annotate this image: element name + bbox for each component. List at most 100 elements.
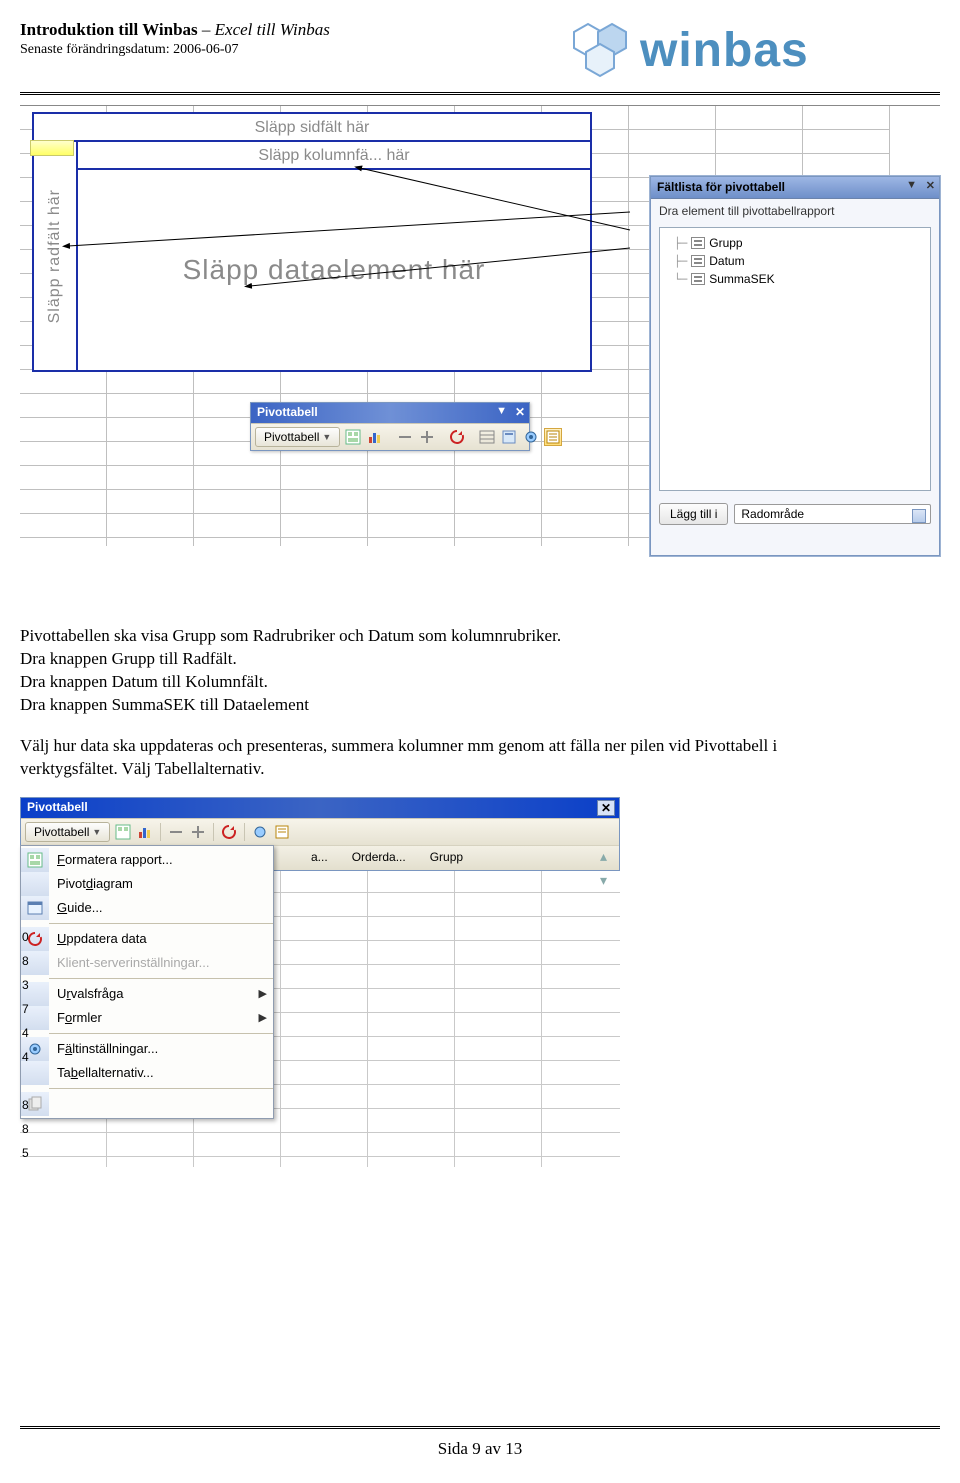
pivot-menu-button[interactable]: Pivottabell ▼ bbox=[25, 822, 110, 842]
menu-separator bbox=[49, 978, 273, 979]
menu-label: Pivotdiagram bbox=[57, 876, 267, 891]
close-icon[interactable]: ✕ bbox=[926, 179, 935, 192]
header-text: Introduktion till Winbas – Excel till Wi… bbox=[20, 20, 330, 58]
field-list-box: ├─ Grupp ├─ Datum └─ SummaSEK bbox=[659, 227, 931, 491]
footer-rule-thick bbox=[20, 1428, 940, 1429]
chevron-down-icon: ▼ bbox=[322, 432, 331, 442]
pivot-drop-zone[interactable]: Släpp sidfält här Släpp radfält här Släp… bbox=[32, 112, 592, 372]
menu-item-tabellalternativ[interactable]: Tabellalternativ... bbox=[21, 1061, 273, 1085]
paragraph: Dra knappen Grupp till Radfält. bbox=[20, 648, 862, 671]
format-report-icon[interactable] bbox=[114, 823, 132, 841]
pivot-toolbar-row: Pivottabell ▼ bbox=[251, 423, 529, 450]
field-label: Grupp bbox=[709, 236, 742, 250]
close-icon[interactable]: ✕ bbox=[515, 405, 525, 419]
field-list-toggle-icon[interactable] bbox=[544, 428, 562, 446]
active-cell-highlight bbox=[30, 140, 74, 156]
menu-label: Formatera rapport... bbox=[57, 852, 267, 867]
hide-detail-icon[interactable] bbox=[167, 823, 185, 841]
menu-item-uppdatera-data[interactable]: Uppdatera data bbox=[21, 927, 273, 951]
hide-detail-icon[interactable] bbox=[396, 428, 414, 446]
refresh-icon[interactable] bbox=[448, 428, 466, 446]
area-dropdown[interactable]: Radområde bbox=[734, 504, 931, 524]
guide-icon bbox=[27, 900, 43, 916]
field-settings-icon[interactable] bbox=[251, 823, 269, 841]
pages-icon bbox=[27, 1096, 43, 1112]
field-list-panel[interactable]: Fältlista för pivottabell ▼ ✕ Dra elemen… bbox=[650, 176, 940, 556]
header-date: Senaste förändringsdatum: 2006-06-07 bbox=[20, 42, 330, 58]
svg-text:winbas: winbas bbox=[639, 24, 809, 77]
toolbar-options-icon[interactable]: ▼ bbox=[496, 405, 507, 417]
pivot-page-area[interactable]: Släpp sidfält här bbox=[34, 114, 590, 142]
always-display-icon[interactable] bbox=[500, 428, 518, 446]
field-icon bbox=[691, 255, 705, 267]
field-label: Datum bbox=[709, 254, 744, 268]
scroll-down-icon[interactable]: ▾ bbox=[600, 872, 607, 889]
pivot-row-area[interactable]: Släpp radfält här bbox=[34, 142, 78, 370]
scroll-up-icon[interactable]: ▴ bbox=[600, 848, 607, 865]
menu-item-pivotdiagram[interactable]: Pivotdiagram bbox=[21, 872, 273, 896]
close-icon[interactable]: ✕ bbox=[597, 800, 615, 816]
field-button[interactable]: a... bbox=[311, 850, 328, 864]
pivot-toolbar-title: Pivottabell bbox=[257, 405, 318, 419]
field-item-summasek[interactable]: └─ SummaSEK bbox=[664, 270, 926, 288]
field-list-title-bar[interactable]: Fältlista för pivottabell ▼ ✕ bbox=[651, 177, 939, 199]
page-header: Introduktion till Winbas – Excel till Wi… bbox=[0, 0, 960, 86]
chevron-down-icon: ▼ bbox=[92, 827, 101, 837]
pivot-toolbar[interactable]: Pivottabell ▼ ✕ Pivottabell ▼ bbox=[250, 402, 530, 451]
field-settings-icon[interactable] bbox=[522, 428, 540, 446]
header-rule-thin bbox=[20, 94, 940, 95]
pivot-toolbar-titlebar[interactable]: Pivottabell ▼ ✕ bbox=[251, 403, 529, 423]
field-list-footer: Lägg till i Radområde bbox=[651, 495, 939, 533]
menu-item-formler[interactable]: Formler ▶ bbox=[21, 1006, 273, 1030]
chart-icon[interactable] bbox=[136, 823, 154, 841]
field-list-subtitle: Dra element till pivottabellrapport bbox=[651, 199, 939, 223]
pivot-toolbar-title: Pivottabell bbox=[27, 800, 88, 814]
menu-item-guide[interactable]: Guide... bbox=[21, 896, 273, 920]
paragraph: Dra knappen Datum till Kolumnfält. bbox=[20, 671, 862, 694]
title-italic: Excel till Winbas bbox=[215, 20, 330, 39]
refresh-icon[interactable] bbox=[220, 823, 238, 841]
show-detail-icon[interactable] bbox=[418, 428, 436, 446]
winbas-logo-svg: winbas bbox=[570, 20, 940, 80]
menu-item-urvalsfraga[interactable]: Urvalsfråga ▶ bbox=[21, 982, 273, 1006]
pivot-column-area[interactable]: Släpp kolumnfä... här bbox=[78, 142, 590, 170]
pivot-menu-label: Pivottabell bbox=[34, 825, 89, 839]
menu-label: Formler bbox=[57, 1010, 259, 1025]
field-label: SummaSEK bbox=[709, 272, 774, 286]
format-report-icon[interactable] bbox=[344, 428, 362, 446]
format-report-icon bbox=[27, 852, 43, 868]
header-rule-thick bbox=[20, 92, 940, 93]
pivot-menu-button[interactable]: Pivottabell ▼ bbox=[255, 427, 340, 447]
menu-item-faltinstallningar[interactable]: Fältinställningar... bbox=[21, 1037, 273, 1061]
show-detail-icon[interactable] bbox=[189, 823, 207, 841]
panel-options-icon[interactable]: ▼ bbox=[906, 179, 917, 191]
field-item-grupp[interactable]: ├─ Grupp bbox=[664, 234, 926, 252]
add-to-button[interactable]: Lägg till i bbox=[659, 503, 728, 525]
refresh-icon bbox=[27, 931, 43, 947]
winbas-logo: winbas bbox=[570, 20, 940, 80]
include-hidden-icon[interactable] bbox=[478, 428, 496, 446]
menu-label: Urvalsfråga bbox=[57, 986, 259, 1001]
field-item-datum[interactable]: ├─ Datum bbox=[664, 252, 926, 270]
title-bold: Introduktion till Winbas bbox=[20, 20, 198, 39]
menu-separator bbox=[49, 923, 273, 924]
body-text: Pivottabellen ska visa Grupp som Radrubr… bbox=[20, 625, 862, 781]
menu-separator bbox=[49, 1088, 273, 1089]
menu-item-formatera-rapport[interactable]: Formatera rapport... bbox=[21, 848, 273, 872]
field-icon bbox=[691, 273, 705, 285]
submenu-arrow-icon: ▶ bbox=[259, 1011, 267, 1024]
paragraph: Dra knappen SummaSEK till Dataelement bbox=[20, 694, 862, 717]
menu-label: Fältinställningar... bbox=[57, 1041, 267, 1056]
field-list-toggle-icon[interactable] bbox=[273, 823, 291, 841]
field-button[interactable]: Orderda... bbox=[352, 850, 406, 864]
pivot-toolbar-row: Pivottabell ▼ bbox=[21, 818, 619, 845]
submenu-arrow-icon: ▶ bbox=[259, 987, 267, 1000]
menu-label: Uppdatera data bbox=[57, 931, 267, 946]
page-footer: Sida 9 av 13 bbox=[0, 1426, 960, 1459]
pivot-toolbar-titlebar[interactable]: Pivottabell ✕ bbox=[21, 798, 619, 818]
pivot-data-area[interactable]: Släpp dataelement här bbox=[78, 170, 590, 370]
field-button[interactable]: Grupp bbox=[430, 850, 463, 864]
chart-icon[interactable] bbox=[366, 428, 384, 446]
menu-label: Tabellalternativ... bbox=[57, 1065, 267, 1080]
pivot-dropdown-menu[interactable]: Formatera rapport... Pivotdiagram Guide.… bbox=[20, 845, 274, 1119]
